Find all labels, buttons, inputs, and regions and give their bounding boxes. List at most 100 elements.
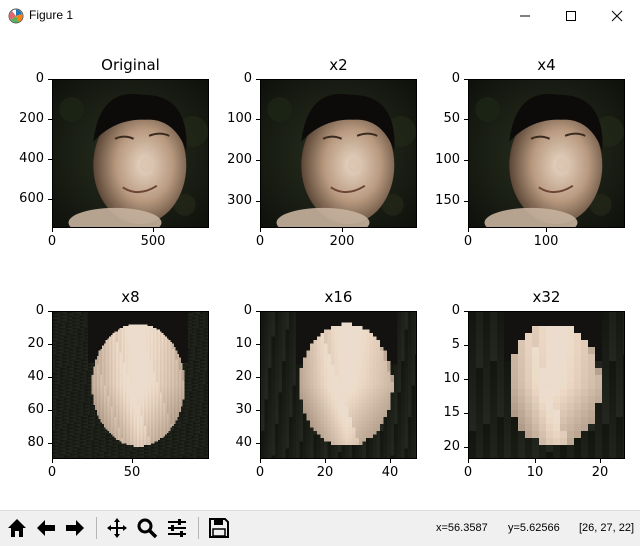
subplot-title: x32 — [468, 288, 625, 306]
y-tick-label: 50 — [420, 111, 460, 126]
minimize-button[interactable] — [502, 0, 548, 32]
y-tick-label: 20 — [212, 369, 252, 384]
y-tick-label: 15 — [420, 405, 460, 420]
save-button[interactable] — [206, 515, 232, 541]
y-tick-label: 600 — [4, 191, 44, 206]
face-image — [53, 80, 208, 227]
pan-icon — [106, 517, 128, 539]
y-tick-mark — [464, 201, 468, 202]
y-tick-mark — [256, 443, 260, 444]
toolbar-separator — [198, 517, 199, 539]
y-tick-mark — [256, 410, 260, 411]
x-tick-label: 40 — [370, 465, 410, 480]
close-button[interactable] — [594, 0, 640, 32]
x-tick-label: 0 — [448, 465, 488, 480]
back-button[interactable] — [33, 515, 59, 541]
y-tick-mark — [48, 159, 52, 160]
y-tick-mark — [48, 443, 52, 444]
window-title: Figure 1 — [29, 8, 73, 22]
y-tick-label: 30 — [212, 402, 252, 417]
minimize-icon — [519, 10, 531, 22]
y-tick-label: 0 — [4, 303, 44, 318]
y-tick-label: 150 — [420, 193, 460, 208]
forward-icon — [64, 517, 86, 539]
x-tick-label: 0 — [32, 465, 72, 480]
figure-canvas[interactable]: Original 02004006000500x2 — [0, 32, 640, 510]
y-tick-label: 60 — [4, 402, 44, 417]
y-tick-label: 0 — [420, 303, 460, 318]
y-tick-label: 20 — [4, 336, 44, 351]
y-tick-mark — [256, 311, 260, 312]
y-tick-mark — [48, 79, 52, 80]
configure-subplots-button[interactable] — [164, 515, 190, 541]
image-axes[interactable] — [52, 79, 209, 228]
zoom-button[interactable] — [134, 515, 160, 541]
y-tick-label: 400 — [4, 151, 44, 166]
subplot-title: Original — [52, 56, 209, 74]
y-tick-label: 80 — [4, 435, 44, 450]
x-tick-label: 0 — [448, 234, 488, 249]
x-tick-mark — [153, 228, 154, 232]
y-tick-mark — [464, 413, 468, 414]
y-tick-label: 10 — [212, 336, 252, 351]
y-tick-label: 40 — [4, 369, 44, 384]
y-tick-label: 0 — [212, 303, 252, 318]
image-axes[interactable] — [468, 311, 625, 459]
image-axes[interactable] — [468, 79, 625, 228]
close-icon — [611, 10, 623, 22]
maximize-button[interactable] — [548, 0, 594, 32]
maximize-icon — [565, 10, 577, 22]
x-tick-mark — [342, 228, 343, 232]
image-axes[interactable] — [260, 79, 417, 228]
y-tick-label: 40 — [212, 435, 252, 450]
x-tick-label: 50 — [112, 465, 152, 480]
x-tick-label: 0 — [32, 234, 72, 249]
y-tick-mark — [256, 377, 260, 378]
window-titlebar: Figure 1 — [0, 0, 640, 32]
y-tick-label: 0 — [4, 71, 44, 86]
x-tick-label: 0 — [240, 465, 280, 480]
cursor-x-readout: x=56.3587 — [436, 522, 488, 534]
y-tick-label: 100 — [212, 111, 252, 126]
face-image — [469, 312, 624, 458]
y-tick-mark — [256, 201, 260, 202]
y-tick-label: 200 — [4, 111, 44, 126]
x-tick-mark — [390, 459, 391, 463]
y-tick-label: 5 — [420, 337, 460, 352]
y-tick-label: 200 — [212, 152, 252, 167]
x-tick-label: 20 — [580, 465, 620, 480]
pan-button[interactable] — [104, 515, 130, 541]
x-tick-label: 100 — [526, 234, 566, 249]
home-icon — [6, 517, 28, 539]
forward-button[interactable] — [62, 515, 88, 541]
y-tick-label: 0 — [420, 71, 460, 86]
matplotlib-logo-icon — [8, 8, 24, 24]
face-image — [261, 80, 416, 227]
back-icon — [35, 517, 57, 539]
configure-subplots-icon — [166, 517, 188, 539]
y-tick-mark — [464, 345, 468, 346]
image-axes[interactable] — [260, 311, 417, 459]
home-button[interactable] — [4, 515, 30, 541]
subplot-title: x4 — [468, 56, 625, 74]
subplot-title: x16 — [260, 288, 417, 306]
y-tick-mark — [256, 79, 260, 80]
image-axes[interactable] — [52, 311, 209, 459]
face-image — [261, 312, 416, 458]
y-tick-mark — [256, 344, 260, 345]
y-tick-mark — [48, 199, 52, 200]
y-tick-label: 20 — [420, 439, 460, 454]
pixel-value-readout: [26, 27, 22] — [579, 522, 634, 534]
x-tick-mark — [546, 228, 547, 232]
x-tick-mark — [132, 459, 133, 463]
x-tick-mark — [468, 228, 469, 232]
x-tick-mark — [535, 459, 536, 463]
face-image — [53, 312, 208, 458]
y-tick-mark — [48, 119, 52, 120]
y-tick-label: 100 — [420, 152, 460, 167]
y-tick-label: 300 — [212, 193, 252, 208]
x-tick-mark — [600, 459, 601, 463]
x-tick-mark — [260, 228, 261, 232]
y-tick-mark — [464, 119, 468, 120]
y-tick-mark — [48, 377, 52, 378]
